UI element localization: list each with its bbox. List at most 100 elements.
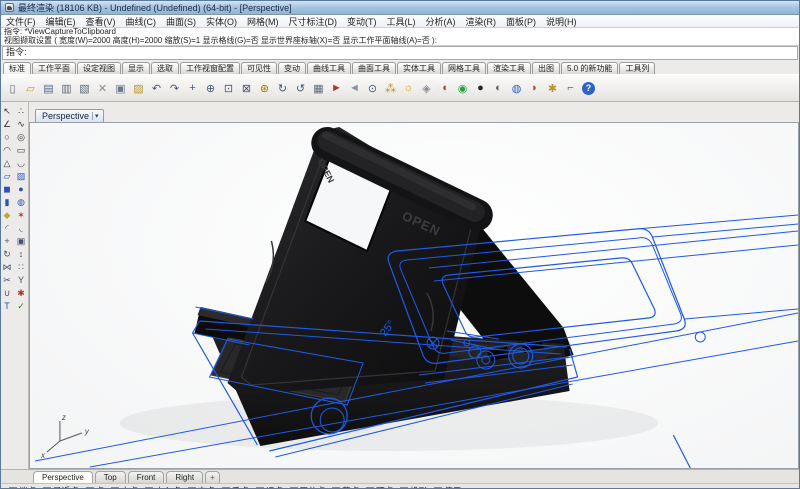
move-tool-icon[interactable]: + bbox=[1, 235, 13, 247]
history-link-icon[interactable]: ⌐ bbox=[562, 80, 579, 97]
menu-item[interactable]: 曲面(S) bbox=[161, 15, 201, 28]
zoom-dynamic-icon[interactable]: ⊕ bbox=[202, 80, 219, 97]
render-settings-icon[interactable]: ◗ bbox=[526, 80, 543, 97]
osnap-toggle[interactable]: ✓垂点 bbox=[222, 485, 249, 489]
osnap-toggle[interactable]: ✓点 bbox=[86, 485, 105, 489]
pipe-tool-icon[interactable]: ◍ bbox=[15, 196, 27, 208]
point-tool-icon[interactable]: ∴ bbox=[15, 105, 27, 117]
viewport-title-tab[interactable]: Perspective ▾ bbox=[35, 109, 104, 122]
viewport-tab-top[interactable]: Top bbox=[95, 471, 126, 483]
menu-item[interactable]: 查看(V) bbox=[81, 15, 121, 28]
explode-tool-icon[interactable]: ✱ bbox=[15, 287, 27, 299]
osnap-toggle[interactable]: 中心点 bbox=[145, 485, 181, 489]
zoom-extents-icon[interactable]: ⊠ bbox=[238, 80, 255, 97]
lamp-icon[interactable]: ☼ bbox=[400, 80, 417, 97]
toolbar-tab[interactable]: 曲线工具 bbox=[307, 62, 351, 74]
set-cplane-icon[interactable]: ► bbox=[328, 80, 345, 97]
help-icon[interactable]: ? bbox=[582, 82, 595, 95]
lock-objects-icon[interactable]: ◈ bbox=[418, 80, 435, 97]
render-globe-icon[interactable]: ◍ bbox=[508, 80, 525, 97]
paste-icon[interactable]: ▨ bbox=[130, 80, 147, 97]
undo-icon[interactable]: ↶ bbox=[148, 80, 165, 97]
viewport-tab-perspective[interactable]: Perspective bbox=[33, 471, 93, 483]
cylinder-tool-icon[interactable]: ▮ bbox=[1, 196, 13, 208]
osnap-toggle[interactable]: 投影 bbox=[400, 485, 427, 489]
box-tool-icon[interactable]: ◼ bbox=[1, 183, 13, 195]
sphere-tool-icon[interactable]: ● bbox=[15, 183, 27, 195]
join-tool-icon[interactable]: ∪ bbox=[1, 287, 13, 299]
hide-objects-icon[interactable]: ⁂ bbox=[382, 80, 399, 97]
point-check-tool-icon[interactable]: ✓ bbox=[15, 300, 27, 312]
menu-item[interactable]: 面板(P) bbox=[501, 15, 541, 28]
boolean-union-tool-icon[interactable]: ◆ bbox=[1, 209, 13, 221]
mirror-tool-icon[interactable]: ⋈ bbox=[1, 261, 13, 273]
ellipse-tool-icon[interactable]: ◎ bbox=[15, 131, 27, 143]
copy-object-tool-icon[interactable]: ▣ bbox=[15, 235, 27, 247]
menu-item[interactable]: 文件(F) bbox=[1, 15, 41, 28]
rotate-object-tool-icon[interactable]: ↻ bbox=[1, 248, 13, 260]
menu-item[interactable]: 编辑(E) bbox=[41, 15, 81, 28]
menu-item[interactable]: 说明(H) bbox=[541, 15, 582, 28]
osnap-toggle[interactable]: 顶点 bbox=[366, 485, 393, 489]
toolbar-tab[interactable]: 变动 bbox=[278, 62, 306, 74]
menu-item[interactable]: 渲染(R) bbox=[461, 15, 502, 28]
toolbar-tab[interactable]: 工具列 bbox=[619, 62, 655, 74]
viewport-tab-right[interactable]: Right bbox=[166, 471, 203, 483]
object-snap-icon[interactable]: ⊙ bbox=[364, 80, 381, 97]
toolbar-tab[interactable]: 标准 bbox=[3, 62, 31, 74]
split-tool-icon[interactable]: Y bbox=[15, 274, 27, 286]
render-preview-icon[interactable]: ◖ bbox=[436, 80, 453, 97]
chevron-down-icon[interactable]: ▾ bbox=[92, 112, 101, 120]
osnap-toggle[interactable]: 节点 bbox=[332, 485, 359, 489]
named-views-icon[interactable]: ▦ bbox=[310, 80, 327, 97]
menu-item[interactable]: 尺寸标注(D) bbox=[284, 15, 343, 28]
copy-icon[interactable]: ▣ bbox=[112, 80, 129, 97]
toolbar-tab[interactable]: 选取 bbox=[151, 62, 179, 74]
osnap-toggle[interactable]: ✓最近点 bbox=[43, 485, 79, 489]
settings-gear-icon[interactable]: ✱ bbox=[544, 80, 561, 97]
osnap-toggle[interactable]: ✓切点 bbox=[256, 485, 283, 489]
toolbar-tab[interactable]: 显示 bbox=[122, 62, 150, 74]
new-file-icon[interactable]: ▯ bbox=[4, 80, 21, 97]
osnap-toggle[interactable]: 停用 bbox=[434, 485, 461, 489]
menu-item[interactable]: 分析(A) bbox=[421, 15, 461, 28]
zoom-selected-icon[interactable]: ⊛ bbox=[256, 80, 273, 97]
redo-icon[interactable]: ↷ bbox=[166, 80, 183, 97]
osnap-toggle[interactable]: ✓四分点 bbox=[290, 485, 326, 489]
trim-tool-icon[interactable]: ✂ bbox=[1, 274, 13, 286]
fillet-edge-tool-icon[interactable]: ◜ bbox=[1, 222, 13, 234]
color-wheel-icon[interactable]: ◉ bbox=[454, 80, 471, 97]
command-input[interactable]: 指令: bbox=[2, 46, 798, 60]
menu-item[interactable]: 工具(L) bbox=[382, 15, 421, 28]
osnap-toggle[interactable]: ✓端点 bbox=[9, 485, 36, 489]
chamfer-edge-tool-icon[interactable]: ◟ bbox=[15, 222, 27, 234]
save-file-icon[interactable]: ▤ bbox=[40, 80, 57, 97]
rotate-view-icon[interactable]: ↻ bbox=[274, 80, 291, 97]
print-icon[interactable]: ▥ bbox=[58, 80, 75, 97]
toolbar-tab[interactable]: 出图 bbox=[532, 62, 560, 74]
render-gray-sphere-icon[interactable]: ◐ bbox=[490, 80, 507, 97]
patch-surface-tool-icon[interactable]: ▨ bbox=[15, 170, 27, 182]
render-black-sphere-icon[interactable]: ● bbox=[472, 80, 489, 97]
boolean-difference-tool-icon[interactable]: ✶ bbox=[15, 209, 27, 221]
undo-view-change-icon[interactable]: ↺ bbox=[292, 80, 309, 97]
cut-icon[interactable]: ✕ bbox=[94, 80, 111, 97]
title-bar[interactable]: 最终渲染 (18106 KB) - Undefined (Undefined) … bbox=[1, 1, 799, 15]
surface-plane-tool-icon[interactable]: ▱ bbox=[1, 170, 13, 182]
toolbar-tab[interactable]: 工作视窗配置 bbox=[180, 62, 240, 74]
toolbar-tab[interactable]: 设定视图 bbox=[77, 62, 121, 74]
rectangle-tool-icon[interactable]: ▭ bbox=[15, 144, 27, 156]
menu-item[interactable]: 网格(M) bbox=[242, 15, 284, 28]
menu-item[interactable]: 曲线(C) bbox=[121, 15, 162, 28]
export-icon[interactable]: ▧ bbox=[76, 80, 93, 97]
menu-item[interactable]: 实体(O) bbox=[201, 15, 242, 28]
freeform-curve-tool-icon[interactable]: ◡ bbox=[15, 157, 27, 169]
circle-tool-icon[interactable]: ○ bbox=[1, 131, 13, 143]
zoom-window-icon[interactable]: ⊡ bbox=[220, 80, 237, 97]
viewport-tab-front[interactable]: Front bbox=[128, 471, 165, 483]
toolbar-tab[interactable]: 可见性 bbox=[241, 62, 277, 74]
pan-view-icon[interactable]: + bbox=[184, 80, 201, 97]
osnap-toggle[interactable]: 交点 bbox=[188, 485, 215, 489]
array-tool-icon[interactable]: ∷ bbox=[15, 261, 27, 273]
previous-view-icon[interactable]: ◄ bbox=[346, 80, 363, 97]
